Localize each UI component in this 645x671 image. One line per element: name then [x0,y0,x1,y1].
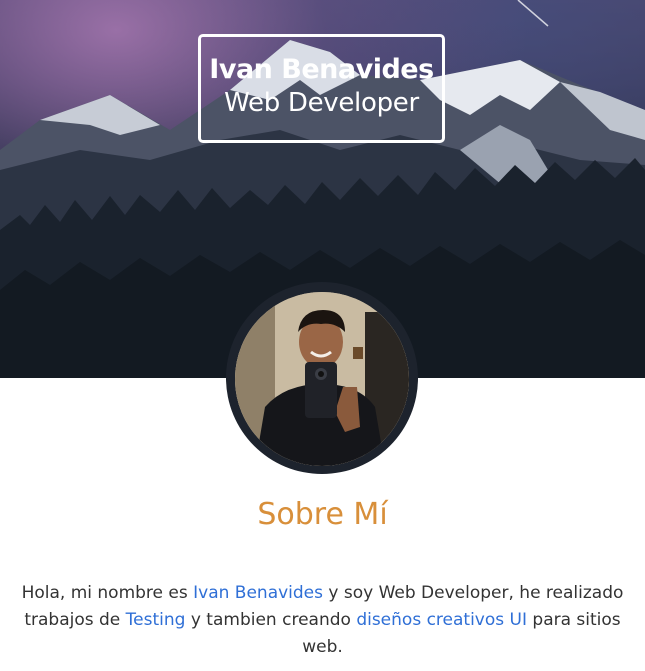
hero-role: Web Developer [224,88,419,118]
about-paragraph: Hola, mi nombre es Ivan Benavides y soy … [0,580,645,661]
about-text-1: Hola, mi nombre es [21,583,194,603]
about-title: Sobre Mí [257,497,388,532]
hero-name: Ivan Benavides [209,54,434,85]
link-ui-designs[interactable]: diseños creativos UI [356,610,527,630]
link-testing[interactable]: Testing [126,610,186,630]
about-text-3: y tambien creando [185,610,357,630]
avatar [235,292,409,466]
link-name[interactable]: Ivan Benavides [193,583,323,603]
profile-photo-icon [235,292,409,466]
hero-title-box: Ivan Benavides Web Developer [198,34,445,143]
